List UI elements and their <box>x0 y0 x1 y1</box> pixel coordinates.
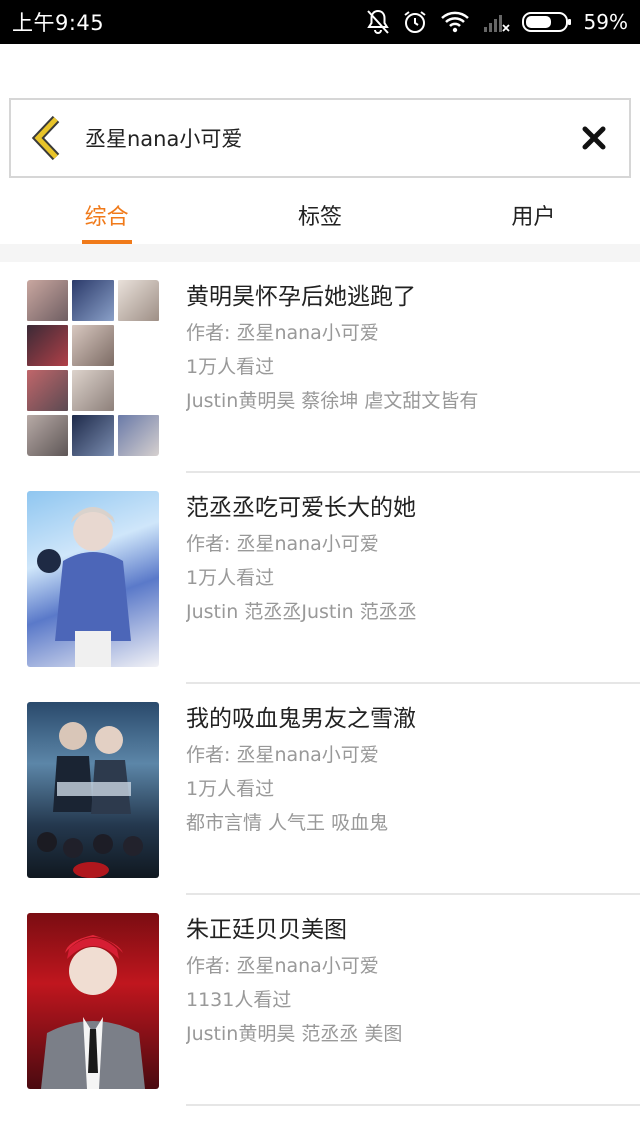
result-tabs: 综合 标签 用户 <box>0 186 640 244</box>
battery-icon <box>521 11 572 33</box>
item-title: 范丞丞吃可爱长大的她 <box>186 495 416 521</box>
cover-figure <box>37 507 131 667</box>
cover-image <box>27 913 159 1089</box>
wifi-icon <box>440 10 470 34</box>
tab-label: 综合 <box>84 205 129 230</box>
cover-image <box>27 702 159 878</box>
item-title: 朱正廷贝贝美图 <box>186 917 347 943</box>
item-tags: 都市言情 人气王 吸血鬼 <box>186 812 389 834</box>
item-author: 作者: 丞星nana小可爱 <box>186 533 379 555</box>
cover-image <box>27 280 159 456</box>
divider <box>186 1104 640 1106</box>
item-title: 我的吸血鬼男友之雪澈 <box>186 706 416 732</box>
tab-users[interactable]: 用户 <box>427 186 640 244</box>
tab-label: 标签 <box>297 205 342 230</box>
search-bar: 丞星nana小可爱 <box>9 98 631 178</box>
item-views: 1万人看过 <box>186 356 275 378</box>
item-views: 1131人看过 <box>186 989 292 1011</box>
back-arrow-icon <box>31 115 60 161</box>
tab-tags[interactable]: 标签 <box>213 186 426 244</box>
tab-overall[interactable]: 综合 <box>0 186 213 244</box>
back-button[interactable] <box>11 100 81 176</box>
list-item[interactable]: 范丞丞吃可爱长大的她 作者: 丞星nana小可爱 1万人看过 Justin 范丞… <box>0 473 640 684</box>
search-input[interactable]: 丞星nana小可爱 <box>81 123 559 153</box>
status-time: 上午9:45 <box>12 11 105 35</box>
cover-figure <box>37 722 143 878</box>
battery-percent: 59% <box>583 10 628 34</box>
status-icons: 59% <box>366 9 628 35</box>
cover-figure <box>41 935 145 1089</box>
clear-search-button[interactable] <box>559 100 629 176</box>
close-icon <box>582 126 606 150</box>
item-tags: Justin 范丞丞Justin 范丞丞 <box>186 601 417 623</box>
item-author: 作者: 丞星nana小可爱 <box>186 744 379 766</box>
item-title: 黄明昊怀孕后她逃跑了 <box>186 284 416 310</box>
item-author: 作者: 丞星nana小可爱 <box>186 322 379 344</box>
status-bar: 上午9:45 59% <box>0 0 640 44</box>
signal-icon <box>482 11 510 33</box>
list-item[interactable]: 朱正廷贝贝美图 作者: 丞星nana小可爱 1131人看过 Justin黄明昊 … <box>0 895 640 1106</box>
item-tags: Justin黄明昊 蔡徐坤 虐文甜文皆有 <box>186 390 479 412</box>
section-divider <box>0 244 640 262</box>
item-author: 作者: 丞星nana小可爱 <box>186 955 379 977</box>
cover-image <box>27 491 159 667</box>
alarm-icon <box>402 9 428 35</box>
notifications-muted-icon <box>366 9 390 35</box>
list-item[interactable]: 黄明昊怀孕后她逃跑了 作者: 丞星nana小可爱 1万人看过 Justin黄明昊… <box>0 262 640 473</box>
tab-label: 用户 <box>511 205 556 230</box>
list-item[interactable]: 我的吸血鬼男友之雪澈 作者: 丞星nana小可爱 1万人看过 都市言情 人气王 … <box>0 684 640 895</box>
item-tags: Justin黄明昊 范丞丞 美图 <box>186 1023 403 1045</box>
results-list: 黄明昊怀孕后她逃跑了 作者: 丞星nana小可爱 1万人看过 Justin黄明昊… <box>0 262 640 1106</box>
item-views: 1万人看过 <box>186 567 275 589</box>
item-views: 1万人看过 <box>186 778 275 800</box>
